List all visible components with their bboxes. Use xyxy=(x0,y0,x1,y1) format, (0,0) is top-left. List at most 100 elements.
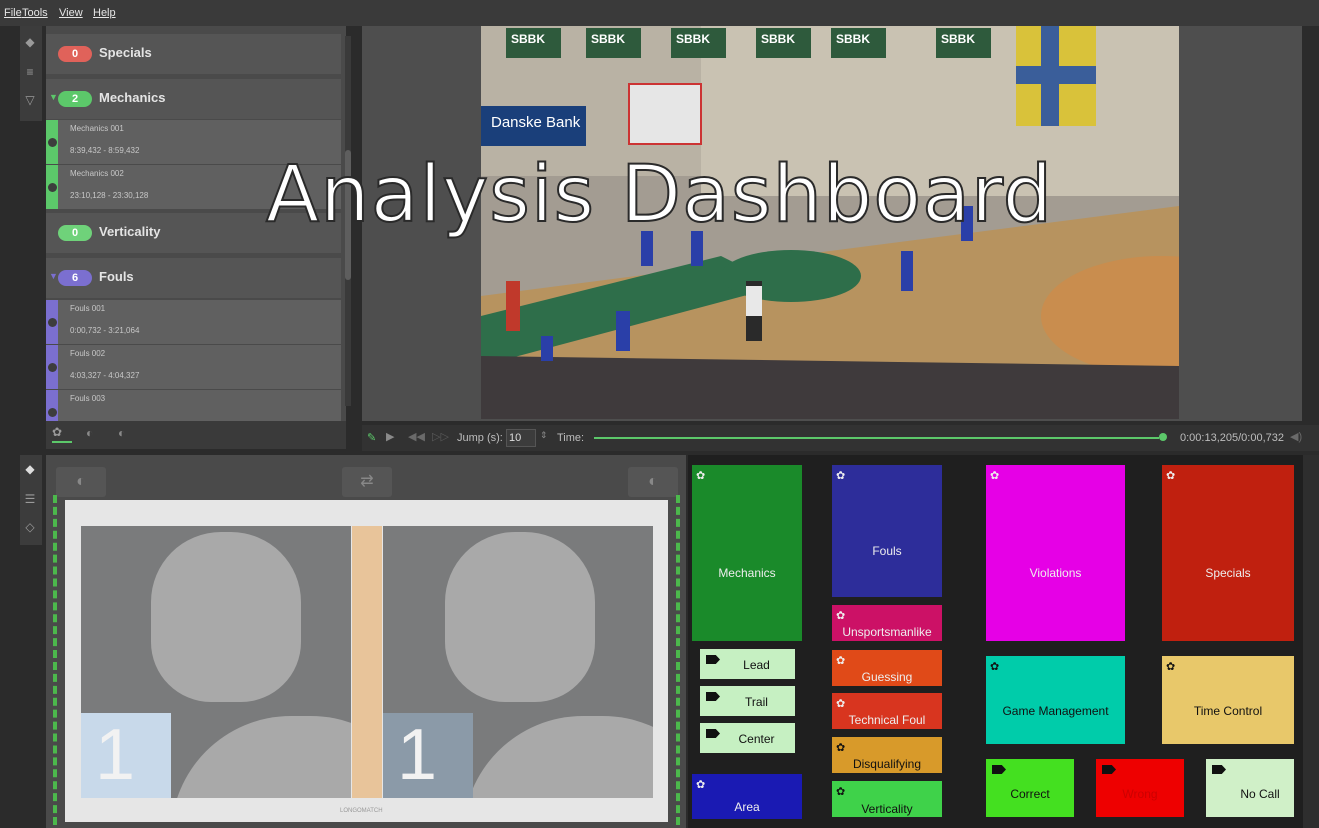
tag-icon: ✿ xyxy=(836,470,846,482)
wrong-button[interactable]: Wrong xyxy=(1096,759,1184,817)
banner-text: SBBK xyxy=(836,32,871,46)
button-label: Mechanics xyxy=(718,566,776,580)
specials-button[interactable]: ✿ Specials xyxy=(1162,465,1294,641)
right-edge-strip xyxy=(1303,455,1319,828)
no-call-button[interactable]: No Call xyxy=(1206,759,1294,817)
count-badge: 0 xyxy=(58,46,92,62)
event-time: 4:03,327 - 4:04,327 xyxy=(70,371,140,380)
list-icon[interactable]: ≡ xyxy=(24,66,36,78)
category-specials[interactable]: 0 Specials xyxy=(46,34,341,74)
longomatch-logo: LONGOMATCH xyxy=(340,808,383,814)
spin-arrows-icon[interactable]: ⇕ xyxy=(540,430,548,441)
event-name: Mechanics 001 xyxy=(70,124,124,133)
rewind-icon[interactable]: ◀◀ xyxy=(408,430,425,443)
expand-arrow-icon[interactable]: ▼ xyxy=(49,271,58,281)
player-body xyxy=(171,716,351,798)
tag-icon: ✿ xyxy=(836,698,846,710)
fouls-button[interactable]: ✿ Fouls xyxy=(832,465,942,597)
tag-icon[interactable]: ◆ xyxy=(24,36,36,48)
banner-text: SBBK xyxy=(761,32,796,46)
time-control-button[interactable]: ✿ Time Control xyxy=(1162,656,1294,744)
technical-foul-button[interactable]: ✿ Technical Foul xyxy=(832,693,942,729)
disqualifying-button[interactable]: ✿ Disqualifying xyxy=(832,737,942,773)
label-tag-icon xyxy=(1212,765,1226,774)
menu-view[interactable]: View xyxy=(59,7,83,19)
center-button[interactable]: Center xyxy=(700,723,795,753)
tab-away-team-icon[interactable]: ◐ xyxy=(118,426,132,440)
list-item[interactable]: Fouls 002 4:03,327 - 4:04,327 xyxy=(46,345,341,390)
volume-icon[interactable]: ◀) xyxy=(1290,430,1302,443)
correct-button[interactable]: Correct xyxy=(986,759,1074,817)
player-silhouette-icon xyxy=(445,532,595,702)
category-label: Specials xyxy=(99,45,152,60)
category-mechanics[interactable]: ▼ 2 Mechanics xyxy=(46,79,341,119)
draw-icon[interactable]: ✎ xyxy=(367,431,376,444)
list-tabs: ✿ ◐ ◐ xyxy=(46,421,346,449)
dot-icon xyxy=(48,363,57,372)
playback-controls: ✎ ▶ ◀◀ ▷▷ Jump (s): ⇕ Time: 0:00:13,205/… xyxy=(362,425,1319,451)
swap-teams-icon[interactable]: ⇄ xyxy=(342,467,392,497)
forward-icon[interactable]: ▷▷ xyxy=(432,430,449,443)
field-diagram[interactable]: 1 1 LONGOMATCH xyxy=(65,500,668,822)
sliders-icon[interactable]: ☰ xyxy=(24,493,36,505)
tag-icon: ✿ xyxy=(836,742,846,754)
banner-text: SBBK xyxy=(941,32,976,46)
lead-button[interactable]: Lead xyxy=(700,649,795,679)
category-label: Fouls xyxy=(99,269,134,284)
bottom-left-toolbar: ◆ ☰ ◇ xyxy=(20,455,42,545)
dot-icon xyxy=(48,318,57,327)
expand-arrow-icon[interactable]: ▼ xyxy=(49,92,58,102)
button-label: Disqualifying xyxy=(852,757,922,771)
tab-home-team-icon[interactable]: ◐ xyxy=(86,426,100,440)
play-icon[interactable]: ▶ xyxy=(386,430,394,443)
button-label: Trail xyxy=(745,695,768,709)
button-label: Verticality xyxy=(861,802,913,816)
button-label: Time Control xyxy=(1193,704,1263,718)
menu-file[interactable]: File xyxy=(4,7,22,19)
title-overlay: Analysis Dashboard xyxy=(265,149,1054,241)
area-button[interactable]: ✿ Area xyxy=(692,774,802,819)
event-time: 0:00,732 - 3:21,064 xyxy=(70,326,140,335)
left-toolbar: ◆ ≡ ▽ xyxy=(20,26,42,121)
event-name: Fouls 003 xyxy=(70,394,106,403)
menu-bar: File Tools View Help xyxy=(0,0,1319,26)
game-management-button[interactable]: ✿ Game Management xyxy=(986,656,1125,744)
list-item[interactable]: Fouls 001 0:00,732 - 3:21,064 xyxy=(46,300,341,345)
away-player-slot[interactable]: 1 xyxy=(383,526,653,798)
button-label: Correct xyxy=(1010,787,1050,801)
away-player-number: 1 xyxy=(383,713,473,798)
tag-icon[interactable]: ◆ xyxy=(24,463,36,475)
list-item[interactable]: Fouls 003 xyxy=(46,390,341,421)
button-label: Wrong xyxy=(1122,787,1158,801)
home-shield-icon[interactable]: ◐ xyxy=(56,467,106,497)
button-label: Area xyxy=(734,800,760,814)
tag-icon: ✿ xyxy=(1166,470,1176,482)
violations-button[interactable]: ✿ Violations xyxy=(986,465,1125,641)
category-label: Mechanics xyxy=(99,90,166,105)
banner-text: SBBK xyxy=(676,32,711,46)
filter-icon[interactable]: ▽ xyxy=(24,94,36,106)
time-readout: 0:00:13,205/0:00,732 xyxy=(1180,432,1284,444)
guessing-button[interactable]: ✿ Guessing xyxy=(832,650,942,686)
menu-tools[interactable]: Tools xyxy=(22,7,48,19)
home-player-number: 1 xyxy=(81,713,171,798)
menu-help[interactable]: Help xyxy=(93,7,116,19)
home-player-slot[interactable]: 1 xyxy=(81,526,351,798)
count-badge: 2 xyxy=(58,91,92,107)
timeline-slider[interactable] xyxy=(594,437,1159,439)
tag-outline-icon[interactable]: ◇ xyxy=(24,521,36,533)
trail-button[interactable]: Trail xyxy=(700,686,795,716)
court-center-strip xyxy=(352,526,382,798)
mechanics-button[interactable]: ✿ Mechanics xyxy=(692,465,802,641)
category-fouls[interactable]: ▼ 6 Fouls xyxy=(46,258,341,298)
tag-icon: ✿ xyxy=(836,655,846,667)
timeline-handle[interactable] xyxy=(1159,433,1167,441)
away-shield-icon[interactable]: ◐ xyxy=(628,467,678,497)
unsportsmanlike-button[interactable]: ✿ Unsportsmanlike xyxy=(832,605,942,641)
tag-icon: ✿ xyxy=(990,661,1000,673)
verticality-button[interactable]: ✿ Verticality xyxy=(832,781,942,817)
tab-events-icon[interactable]: ✿ xyxy=(52,425,72,443)
tag-icon: ✿ xyxy=(1166,661,1176,673)
jump-seconds-input[interactable] xyxy=(506,429,536,447)
button-label: Unsportsmanlike xyxy=(842,625,932,639)
